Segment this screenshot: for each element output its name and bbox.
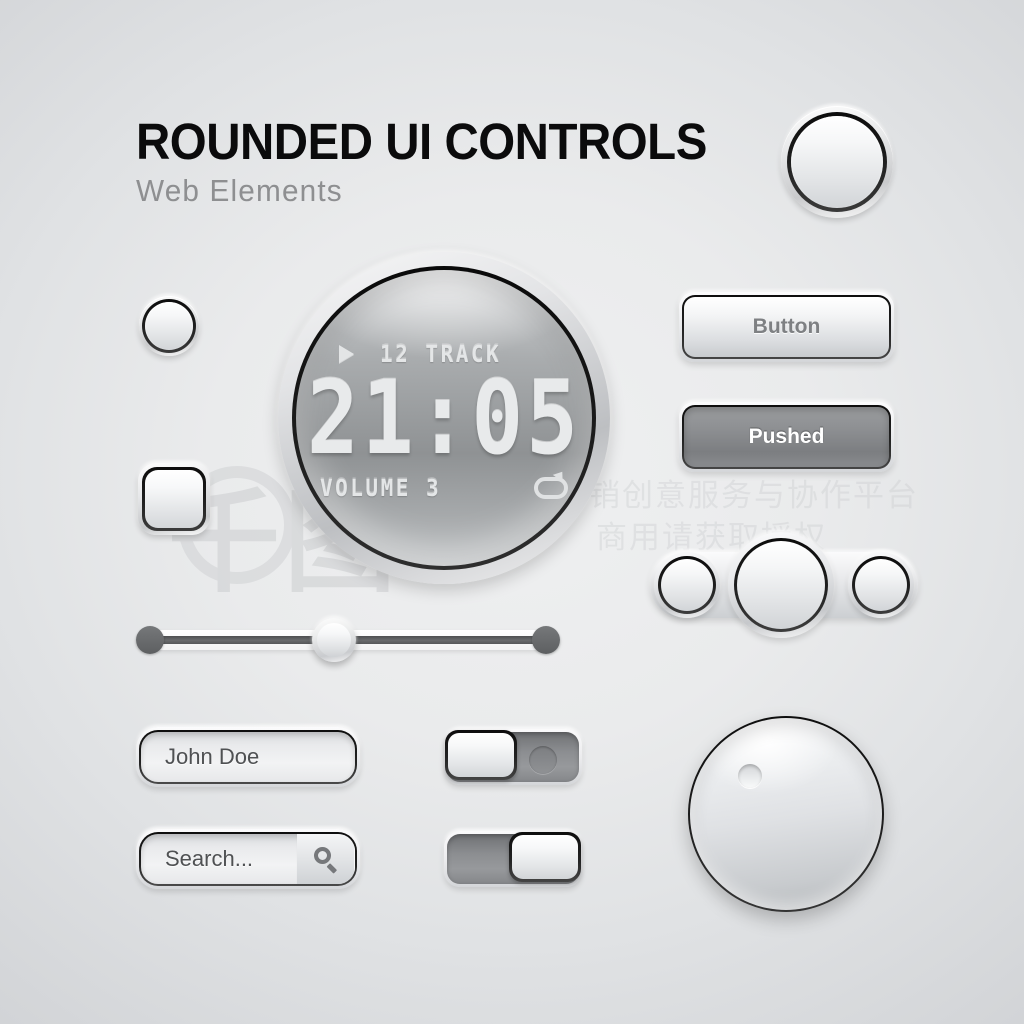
lcd-volume-label: VOLUME 3: [320, 474, 442, 502]
page-subtitle: Web Elements: [136, 173, 343, 208]
page-title: ROUNDED UI CONTROLS: [136, 113, 707, 170]
text-field-name[interactable]: John Doe: [136, 727, 360, 787]
button-normal-label: Button: [684, 297, 889, 357]
toggle-switch-on[interactable]: [444, 831, 582, 887]
checkbox-rounded-square[interactable]: [138, 463, 210, 535]
cluster-button-center[interactable]: [728, 532, 834, 638]
search-button[interactable]: [297, 834, 355, 884]
toggle-on-knob[interactable]: [509, 832, 581, 882]
search-field[interactable]: Search...: [136, 829, 360, 889]
cluster-button-left[interactable]: [654, 552, 720, 618]
checkbox-face: [145, 470, 203, 528]
radio-button-small[interactable]: [139, 296, 199, 356]
title-block: ROUNDED UI CONTROLS Web Elements: [136, 116, 750, 208]
radio-button-face: [145, 302, 193, 350]
lcd-display-screen: 12 TRACK 21:05 VOLUME 3: [296, 270, 592, 566]
rotary-knob[interactable]: [688, 716, 884, 912]
watermark-line-1: 营销创意服务与协作平台: [556, 478, 919, 514]
text-field-name-value: John Doe: [165, 744, 260, 769]
text-field-name-face: John Doe: [141, 732, 355, 782]
circle-button-large[interactable]: [781, 106, 893, 218]
knob-indicator-dot: [738, 764, 762, 788]
slider-endcap-left: [136, 626, 164, 654]
cluster-right-face: [855, 559, 907, 611]
slider-control[interactable]: [136, 618, 560, 662]
repeat-icon: [534, 468, 568, 499]
toggle-off-knob[interactable]: [445, 730, 517, 780]
cluster-left-face: [661, 559, 713, 611]
lcd-time-readout: 21:05: [307, 360, 581, 478]
toggle-switch-off[interactable]: [444, 729, 582, 785]
button-cluster: [650, 530, 918, 640]
ui-kit-canvas: 千图 营销创意服务与协作平台 商用请获取授权 ROUNDED UI CONTRO…: [0, 0, 1024, 1024]
toggle-off-knob-face: [448, 733, 514, 777]
slider-thumb[interactable]: [311, 618, 356, 662]
search-field-value: Search...: [165, 846, 254, 871]
toggle-on-knob-face: [512, 835, 578, 879]
button-pushed-label: Pushed: [684, 407, 889, 467]
cluster-button-right[interactable]: [848, 552, 914, 618]
slider-thumb-face: [316, 623, 351, 657]
cluster-center-face: [737, 541, 825, 629]
search-field-face: Search...: [141, 834, 355, 884]
lcd-bottom-row: VOLUME 3: [320, 468, 568, 502]
rotary-knob-body: [690, 718, 882, 910]
lcd-display[interactable]: 12 TRACK 21:05 VOLUME 3: [278, 252, 610, 584]
button-pushed[interactable]: Pushed: [679, 402, 894, 472]
button-normal[interactable]: Button: [679, 292, 894, 362]
toggle-off-indicator-dot: [529, 746, 557, 774]
search-icon: [314, 847, 338, 873]
circle-button-large-face: [791, 116, 883, 208]
slider-endcap-right: [532, 626, 560, 654]
